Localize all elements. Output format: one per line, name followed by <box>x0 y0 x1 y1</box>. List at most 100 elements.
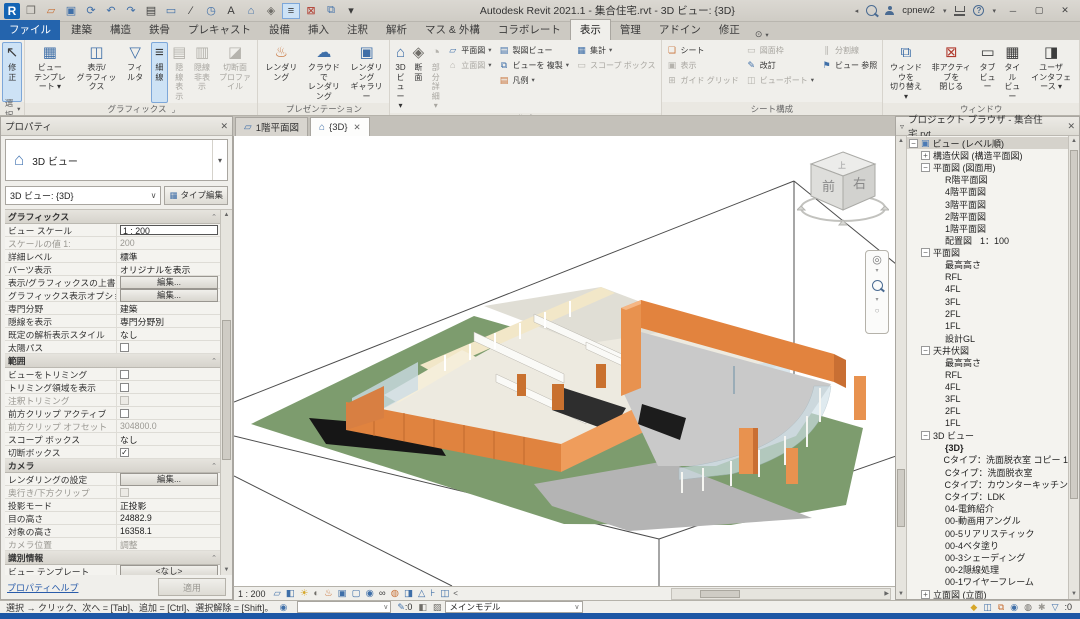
design-options-edit-icon[interactable]: ▨ <box>433 602 442 613</box>
property-section-範囲[interactable]: 範囲⌃ <box>5 354 232 368</box>
ribbon-tab-ファイル[interactable]: ファイル <box>0 20 60 40</box>
property-section-識別情報[interactable]: 識別情報⌃ <box>5 551 232 565</box>
browser-right-scrollbar[interactable]: ▲ ▼ <box>1068 136 1079 599</box>
expand-icon[interactable]: + <box>921 590 930 599</box>
tree-item-平面図 (図面用)[interactable]: −平面図 (図面用) <box>907 161 1068 173</box>
tree-item-1FL[interactable]: 1FL <box>907 417 1068 429</box>
tree-item-4階平面図[interactable]: 4階平面図 <box>907 186 1068 198</box>
editing-requests-icon[interactable]: ✎ <box>397 602 405 613</box>
ribbon-button-平面図[interactable]: ▱平面図▾ <box>444 43 494 57</box>
ribbon-tab-設備[interactable]: 設備 <box>260 20 299 40</box>
tree-item-設計GL[interactable]: 設計GL <box>907 332 1068 344</box>
tree-item-ビュー (レベル順)[interactable]: −▣ビュー (レベル順) <box>907 137 1068 149</box>
tree-item-Cタイプ：LDK[interactable]: Cタイプ：LDK <box>907 490 1068 502</box>
ribbon-tab-プレキャスト[interactable]: プレキャスト <box>179 20 260 40</box>
tree-item-4FL[interactable]: 4FL <box>907 381 1068 393</box>
reveal-hidden-elements-icon[interactable]: ◍ <box>391 588 399 600</box>
ribbon-tab-管理[interactable]: 管理 <box>611 20 650 40</box>
tree-item-00-4ベタ塗り[interactable]: 00-4ベタ塗り <box>907 539 1068 551</box>
detail-level-icon[interactable]: ▱ <box>274 588 281 600</box>
ribbon-tab-修正[interactable]: 修正 <box>710 20 749 40</box>
window-icon[interactable]: ❐ <box>22 3 40 19</box>
property-edit-button[interactable]: 編集... <box>120 473 218 486</box>
properties-help-link[interactable]: プロパティヘルプ <box>7 581 78 594</box>
tree-item-00-5リアリスティック[interactable]: 00-5リアリスティック <box>907 527 1068 539</box>
search-icon[interactable] <box>866 5 877 16</box>
properties-scrollbar[interactable]: ▲ ▼ <box>220 210 232 575</box>
property-edit-button[interactable]: <なし> <box>120 565 218 576</box>
ribbon-button-タイル-ビュー[interactable]: ▦タイル ビュー <box>1000 42 1024 103</box>
ribbon-button-ユーザ-インタフェース[interactable]: ◨ユーザ インタフェース ▾ <box>1025 42 1077 103</box>
ribbon-button-非アクティブを-閉じる[interactable]: ⊠非アクティブを 閉じる <box>928 42 975 103</box>
design-options-icon[interactable]: ◧ <box>418 602 427 613</box>
show-analytical-model-icon[interactable]: △ <box>418 588 425 600</box>
close-button[interactable]: ✕ <box>1056 5 1074 16</box>
property-section-カメラ[interactable]: カメラ⌃ <box>5 459 232 473</box>
ribbon-tab-アドイン[interactable]: アドイン <box>650 20 710 40</box>
open-file-icon[interactable]: ▱ <box>42 3 60 19</box>
sync-icon[interactable]: ⟳ <box>82 3 100 19</box>
ribbon-button-ウィンドウを-切り替え[interactable]: ⧉ウィンドウを 切り替え ▾ <box>885 42 927 103</box>
worksharing-display-icon[interactable]: ◫ <box>983 602 992 613</box>
close-hidden-windows-icon[interactable]: ⊠ <box>302 3 320 19</box>
collapse-icon[interactable]: − <box>921 346 930 355</box>
properties-close-icon[interactable]: ✕ <box>220 121 228 132</box>
visual-style-icon[interactable]: ◧ <box>286 588 295 600</box>
ribbon-button-レンダリング-ギャラリー[interactable]: ▣レンダリング ギャラリー <box>346 42 388 103</box>
tree-item-最高高さ[interactable]: 最高高さ <box>907 356 1068 368</box>
ribbon-tab-解析[interactable]: 解析 <box>377 20 416 40</box>
switch-windows-icon[interactable]: ⧉ <box>322 3 340 19</box>
revit-logo-icon[interactable]: R <box>4 3 20 19</box>
ribbon-button-3D-ビュー[interactable]: ⌂3D ビュー ▾ <box>392 42 408 113</box>
property-edit-button[interactable]: 編集... <box>120 276 218 289</box>
tree-item-平面図[interactable]: −平面図 <box>907 247 1068 259</box>
ribbon-button-ビューを-複製[interactable]: ⧉ビューを 複製▾ <box>496 58 573 72</box>
ribbon-tab-鉄骨[interactable]: 鉄骨 <box>140 20 179 40</box>
tree-item-2FL[interactable]: 2FL <box>907 308 1068 320</box>
property-checkbox[interactable] <box>120 343 129 352</box>
tree-item-00-1ワイヤーフレーム[interactable]: 00-1ワイヤーフレーム <box>907 576 1068 588</box>
tree-item-3D ビュー[interactable]: −3D ビュー <box>907 430 1068 442</box>
tree-item-構造伏図 (構造平面図)[interactable]: +構造伏図 (構造平面図) <box>907 149 1068 161</box>
maximize-button[interactable]: ▢ <box>1030 5 1048 16</box>
ribbon-button-製図ビュー[interactable]: ▤製図ビュー <box>496 43 573 57</box>
zoom-caret-icon[interactable]: ▾ <box>875 297 878 303</box>
exclude-options-icon[interactable]: ◍ <box>1024 602 1032 613</box>
tree-item-2FL[interactable]: 2FL <box>907 405 1068 417</box>
scroll-up-icon[interactable]: ▲ <box>221 210 232 220</box>
pin-status-icon[interactable]: ◉ <box>1010 602 1018 613</box>
tree-item-4FL[interactable]: 4FL <box>907 283 1068 295</box>
selection-filter-icon[interactable]: ▽ <box>1052 602 1059 613</box>
tree-item-配置図[interactable]: 配置図1：100 <box>907 235 1068 247</box>
ribbon-button-クラウドで-レンダリング[interactable]: ☁クラウドで レンダリング <box>303 42 345 103</box>
app-store-cart-icon[interactable] <box>954 6 965 16</box>
ribbon-button-シート[interactable]: ❏シート <box>664 43 742 57</box>
ribbon-options-caret-icon[interactable]: ▾ <box>765 31 768 39</box>
property-checkbox[interactable] <box>120 383 129 392</box>
tree-item-天井伏図[interactable]: −天井伏図 <box>907 344 1068 356</box>
zoom-tool-icon[interactable] <box>872 280 883 291</box>
type-selector[interactable]: ⌂ 3D ビュー ▾ <box>5 139 228 181</box>
signed-in-user[interactable]: cpnew2 <box>902 5 935 16</box>
tree-item-1階平面図[interactable]: 1階平面図 <box>907 222 1068 234</box>
property-checkbox[interactable] <box>120 409 129 418</box>
view-canvas[interactable]: 前 右 上 ◎ ▾ ▾ ○ <box>233 136 895 586</box>
ribbon-button-改訂[interactable]: ✎改訂 <box>743 58 817 72</box>
tree-item-{3D}[interactable]: {3D} <box>907 442 1068 454</box>
tree-item-R階平面図[interactable]: R階平面図 <box>907 174 1068 186</box>
navbar-caret-icon[interactable]: ▾ <box>875 268 878 274</box>
customize-qat-icon[interactable]: ▾ <box>342 3 360 19</box>
ribbon-button-凡例[interactable]: ▤凡例▾ <box>496 73 573 87</box>
tree-item-RFL[interactable]: RFL <box>907 369 1068 381</box>
instance-selector[interactable]: 3D ビュー: {3D} ∨ <box>5 186 161 205</box>
tree-item-3FL[interactable]: 3FL <box>907 393 1068 405</box>
property-section-グラフィックス[interactable]: グラフィックス⌃ <box>5 210 232 224</box>
property-edit-button[interactable]: 編集... <box>120 289 218 302</box>
worksets-icon[interactable]: ◉ <box>279 602 287 613</box>
project-browser-close-icon[interactable]: ✕ <box>1067 121 1075 132</box>
user-menu-caret-icon[interactable]: ▾ <box>943 7 947 15</box>
redo-icon[interactable]: ↷ <box>122 3 140 19</box>
ribbon-tab-表示[interactable]: 表示 <box>570 19 611 40</box>
default-3d-view-icon[interactable]: ⌂ <box>242 3 260 19</box>
ribbon-button-集計[interactable]: ▦集計▾ <box>573 43 659 57</box>
